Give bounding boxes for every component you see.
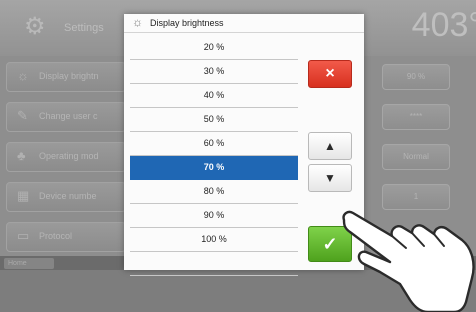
- scroll-down-button[interactable]: ▼: [308, 164, 352, 192]
- temperature-readout: 403°: [411, 6, 476, 44]
- protocol-icon: ▭: [17, 228, 30, 243]
- cancel-button[interactable]: ×: [308, 60, 352, 88]
- brightness-option-list: 20 % 30 % 40 % 50 % 60 % 70 % 80 % 90 % …: [130, 36, 298, 276]
- close-icon: ×: [325, 65, 335, 82]
- dialog-title: Display brightness: [150, 18, 224, 28]
- brightness-option[interactable]: 80 %: [130, 180, 298, 204]
- brightness-dialog: ☼ Display brightness 20 % 30 % 40 % 50 %…: [124, 14, 364, 276]
- checkmark-icon: ✓: [322, 234, 338, 254]
- arrow-down-icon: ▼: [324, 171, 336, 185]
- home-button[interactable]: Home: [4, 258, 54, 269]
- brightness-value-field[interactable]: 90 %: [382, 64, 450, 90]
- brightness-option[interactable]: 20 %: [130, 36, 298, 60]
- user-edit-icon: ✎: [17, 108, 28, 123]
- brightness-option[interactable]: 30 %: [130, 60, 298, 84]
- user-code-value-field[interactable]: ****: [382, 104, 450, 130]
- scroll-up-button[interactable]: ▲: [308, 132, 352, 160]
- setting-row-protocol[interactable]: ▭ Protocol: [6, 222, 126, 252]
- settings-title: Settings: [64, 22, 104, 34]
- brightness-option[interactable]: 60 %: [130, 132, 298, 156]
- home-label: Home: [8, 260, 27, 267]
- brightness-icon: ☼: [132, 15, 143, 29]
- brightness-option[interactable]: 100 %: [130, 228, 298, 252]
- empty-list-row: [130, 252, 298, 276]
- operating-mode-value-field[interactable]: Normal: [382, 144, 450, 170]
- setting-row-change-user-code[interactable]: ✎ Change user c: [6, 102, 126, 132]
- operating-mode-icon: ♣: [17, 148, 26, 163]
- setting-row-device-number[interactable]: ▦ Device numbe: [6, 182, 126, 212]
- setting-row-display-brightness[interactable]: ☼ Display brightn: [6, 62, 126, 92]
- pointing-hand-icon: [342, 210, 475, 312]
- setting-row-operating-mode[interactable]: ♣ Operating mod: [6, 142, 126, 172]
- brightness-icon: ☼: [17, 68, 29, 83]
- brightness-option-selected[interactable]: 70 %: [130, 156, 298, 180]
- brightness-option[interactable]: 90 %: [130, 204, 298, 228]
- arrow-up-icon: ▲: [324, 139, 336, 153]
- device-number-icon: ▦: [17, 188, 30, 203]
- brightness-option[interactable]: 40 %: [130, 84, 298, 108]
- dialog-header: ☼ Display brightness: [124, 14, 364, 33]
- wrench-icon: ⚙: [24, 13, 46, 40]
- brightness-option[interactable]: 50 %: [130, 108, 298, 132]
